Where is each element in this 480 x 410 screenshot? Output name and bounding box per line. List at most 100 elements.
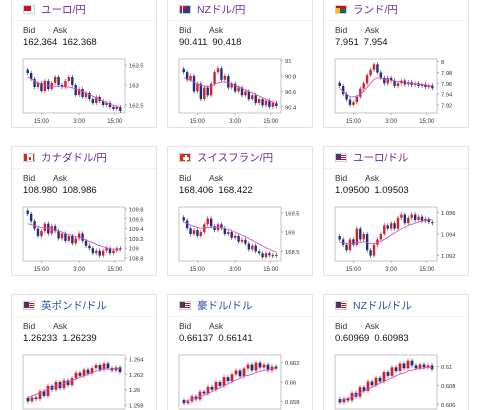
y-tick-label: 1.26 [129,388,140,394]
y-tick-label: 169.5 [285,211,300,217]
candle-body [233,235,237,238]
currency-pair-name[interactable]: ランド/円 [353,2,398,17]
candle-body [376,64,379,73]
price-chart[interactable]: 8 7.98 7.96 7.94 7.92 15:00 3:00 15:00 [324,54,469,128]
candle-body [398,363,402,372]
bid-price: 1.26233 [23,333,58,344]
candle-body [206,218,209,225]
candle-body [238,370,242,377]
quote-card[interactable]: 英ポンド/ドル Bid Ask 1.26233 1.26239 1.264 1.262 1.2… [11,294,157,410]
price-chart[interactable]: 169.5 169 168.5 15:00 3:00 15:00 [168,202,313,276]
currency-pair-name[interactable]: カナダドル/円 [41,150,107,165]
y-tick-label: 168.5 [285,250,300,256]
y-tick-label: 0.66 [285,381,296,387]
candle-body [393,223,396,229]
x-tick-label: 3:00 [73,267,85,273]
candle-body [106,363,110,369]
candle-body [216,68,220,73]
quote-card[interactable]: ユーロ/円 Bid Ask 162.364 162.368 163.5 163 162.5 15… [11,0,157,128]
card-header[interactable]: カナダドル/円 [12,147,156,169]
currency-pair-name[interactable]: 英ポンド/ドル [41,298,107,313]
y-tick-label: 163.5 [129,64,144,70]
card-header[interactable]: NZドル/円 [168,0,312,21]
card-header[interactable]: ランド/円 [324,0,468,21]
candle-body [213,72,216,84]
quote-card[interactable]: カナダドル/円 Bid Ask 108.980 108.986 109.8 109.6 109… [11,146,157,276]
card-header[interactable]: 英ポンド/ドル [12,295,156,317]
quote-values: 0.66137 0.66141 [179,333,258,344]
candle-body [389,223,393,229]
bid-label: Bid [179,321,192,331]
currency-pair-name[interactable]: ユーロ/ドル [353,150,408,165]
quote-card[interactable]: 豪ドル/ドル Bid Ask 0.66137 0.66141 0.662 0.66 0.658 [167,294,313,410]
quote-card[interactable]: スイスフラン/円 Bid Ask 168.406 168.422 169.5 169 168.… [167,146,313,276]
quote-card[interactable]: ランド/円 Bid Ask 7.951 7.954 8 7.98 7.96 7.94 7.92 15… [323,0,469,128]
card-header[interactable]: 豪ドル/ドル [168,295,312,317]
quote-labels: Bid Ask [23,321,83,331]
candle-body [403,214,407,224]
y-tick-label: 8 [441,60,444,66]
candle-body [372,64,376,70]
quote-card[interactable]: NZドル/ドル Bid Ask 0.60969 0.60983 0.61 0.608 0.60… [323,294,469,410]
candle-body [422,364,426,368]
quote-values: 90.411 90.418 [179,37,246,48]
price-chart[interactable]: 1.096 1.094 1.092 15:00 3:00 15:00 [324,202,469,276]
card-header[interactable]: ユーロ/ドル [324,147,468,169]
ask-price: 0.66141 [218,333,253,344]
currency-pair-name[interactable]: スイスフラン/円 [197,150,273,165]
ca-flag-icon [23,153,35,162]
price-chart[interactable]: 91 90.8 90.6 90.4 15:00 3:00 15:00 [168,54,313,128]
quote-card[interactable]: NZドル/円 Bid Ask 90.411 90.418 91 90.8 90.6 90.4 15… [167,0,313,128]
candle-body [365,75,369,84]
candle-body [196,230,199,236]
candle-body [382,372,386,382]
y-tick-label: 7.98 [441,71,452,77]
candle-body [227,75,230,88]
candle-body [74,372,78,379]
x-tick-label: 15:00 [419,267,435,273]
price-chart[interactable]: 0.61 0.608 0.606 [324,350,469,410]
price-chart[interactable]: 109.8 109.6 109.4 109.2 109 108.8 15:00 3:00 15:… [12,202,157,276]
candle-body [81,89,84,97]
card-header[interactable]: スイスフラン/円 [168,147,312,169]
bid-price: 1.09500 [335,185,370,196]
candle-body [369,250,372,256]
price-chart[interactable]: 1.264 1.262 1.26 1.258 [12,350,157,410]
x-tick-label: 3:00 [73,119,85,125]
candle-body [250,364,254,371]
candle-body [359,228,362,240]
currency-pair-name[interactable]: ユーロ/円 [41,2,86,17]
ask-price: 1.26239 [62,333,97,344]
x-tick-label: 15:00 [190,119,206,125]
quote-labels: Bid Ask [179,25,239,35]
candle-body [88,245,91,249]
quote-values: 162.364 162.368 [23,37,102,48]
candle-body [182,399,186,404]
candle-body [338,399,342,403]
candle-body [341,239,345,245]
candle-body [413,214,417,220]
quote-values: 168.406 168.422 [179,185,258,196]
quote-labels: Bid Ask [335,321,395,331]
currency-pair-name[interactable]: 豪ドル/ドル [197,298,252,313]
card-header[interactable]: NZドル/ドル [324,295,468,317]
currency-pair-name[interactable]: NZドル/ドル [353,298,412,313]
candle-body [94,365,98,369]
ask-price: 7.954 [363,37,388,48]
x-tick-label: 15:00 [190,267,206,273]
price-chart[interactable]: 0.662 0.66 0.658 [168,350,313,410]
y-tick-label: 162.5 [129,104,144,110]
candle-body [98,365,102,370]
candle-body [390,367,394,376]
ask-label: Ask [365,25,380,35]
price-chart[interactable]: 163.5 163 162.5 15:00 3:00 15:00 [12,54,157,128]
bid-label: Bid [179,25,192,35]
card-header[interactable]: ユーロ/円 [12,0,156,21]
candle-body [101,250,105,256]
currency-pair-name[interactable]: NZドル/円 [197,2,245,17]
candle-body [26,210,29,214]
x-tick-label: 15:00 [346,119,362,125]
quote-card[interactable]: ユーロ/ドル Bid Ask 1.09500 1.09503 1.096 1.094 1.09… [323,146,469,276]
candle-body [257,251,261,254]
candle-body [192,75,196,92]
